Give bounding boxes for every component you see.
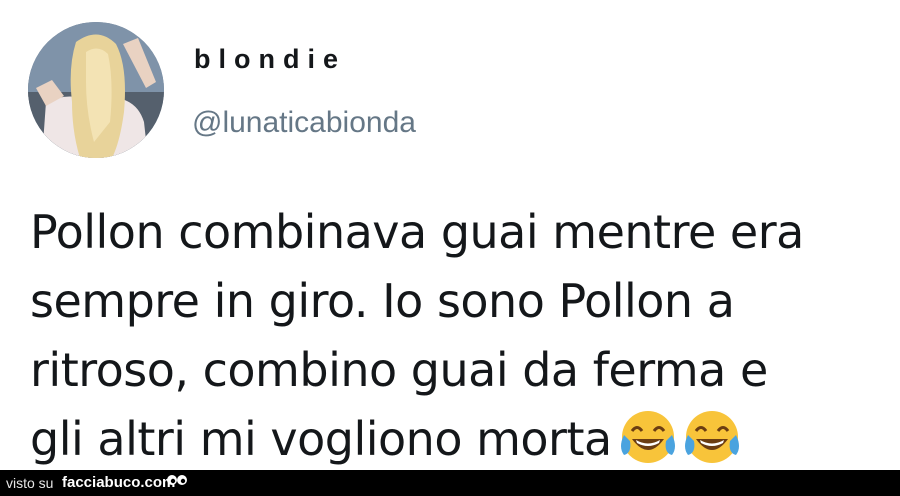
face-with-tears-of-joy-icon	[620, 411, 675, 463]
watermark-bar: visto su facciabuco.com	[0, 470, 900, 496]
watermark-site[interactable]: facciabuco.com	[62, 474, 175, 491]
tweet-line-4-text: gli altri mi vogliono morta	[30, 412, 612, 466]
avatar[interactable]	[28, 22, 164, 158]
tweet-line-1: Pollon combinava guai mentre era	[30, 205, 804, 259]
user-handle[interactable]: @lunaticabionda	[192, 106, 416, 140]
display-name[interactable]: blondie	[194, 44, 346, 75]
tweet-text: Pollon combinava guai mentre era sempre …	[30, 198, 880, 486]
tweet-line-3: ritroso, combino guai da ferma e	[30, 343, 768, 397]
avatar-photo	[28, 22, 164, 158]
face-with-tears-of-joy-icon	[684, 411, 739, 463]
tweet-card: blondie @lunaticabionda Pollon combinava…	[0, 0, 900, 470]
watermark-prefix: visto su	[6, 475, 54, 491]
eyes-logo-icon	[167, 475, 187, 485]
tweet-line-2: sempre in giro. Io sono Pollon a	[30, 274, 735, 328]
